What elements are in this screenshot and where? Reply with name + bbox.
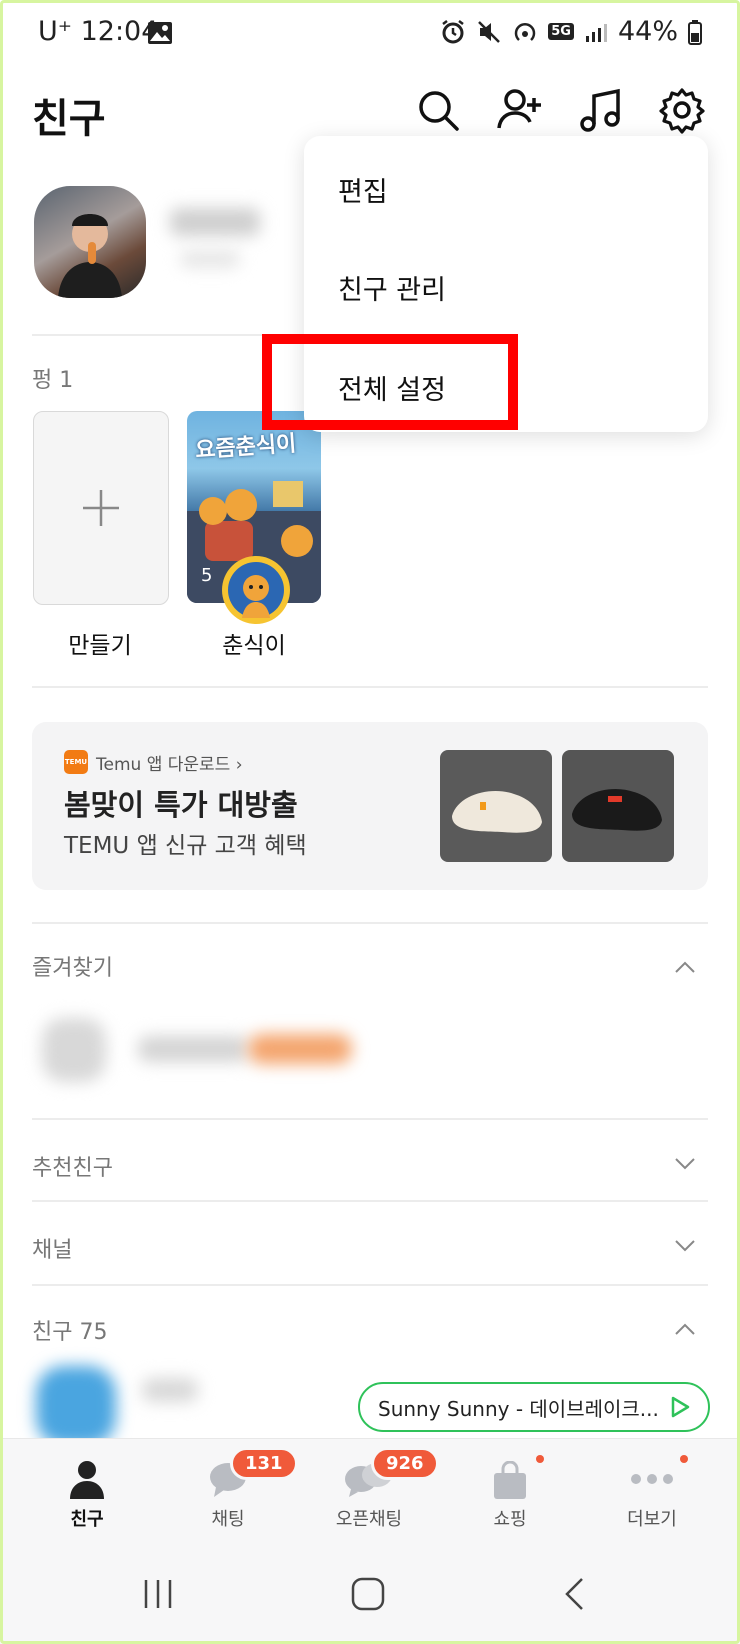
divider (32, 922, 708, 924)
home-icon[interactable] (350, 1576, 386, 1612)
chevron-down-icon[interactable] (674, 1152, 696, 1174)
shopping-dot (536, 1455, 544, 1463)
nav-shopping[interactable]: 쇼핑 (450, 1439, 570, 1545)
search-icon[interactable] (414, 86, 462, 134)
nav-shopping-label: 쇼핑 (493, 1509, 527, 1530)
ad-product-image-black-clog (562, 750, 674, 862)
favorite-avatar-blurred[interactable] (42, 1018, 106, 1082)
bottom-nav: 친구 131 채팅 926 오픈채팅 쇼핑 더보기 (0, 1438, 740, 1545)
system-nav-bar (0, 1544, 740, 1644)
divider (32, 686, 708, 688)
divider (32, 1200, 708, 1202)
recent-apps-icon[interactable] (140, 1576, 176, 1612)
person-icon (70, 1461, 104, 1499)
image-notification-icon (148, 22, 172, 44)
nav-openchat-label: 오픈채팅 (335, 1509, 403, 1530)
nav-chat-label: 채팅 (211, 1509, 245, 1530)
friend-name-blurred (142, 1378, 198, 1402)
plus-icon (83, 490, 119, 526)
battery-percent: 44% (617, 16, 678, 47)
create-story-label: 만들기 (68, 633, 132, 659)
status-right: 5G 44% (440, 16, 702, 47)
highlight-box (262, 334, 518, 430)
ad-brand-label: Temu 앱 다운로드 › (96, 755, 243, 775)
chat-badge: 131 (230, 1447, 298, 1480)
divider (32, 1284, 708, 1286)
section-favorites[interactable]: 즐겨찾기 (32, 950, 113, 982)
music-icon[interactable] (578, 86, 626, 134)
add-friend-icon[interactable] (496, 86, 544, 134)
menu-item-edit[interactable]: 편집 (338, 170, 388, 209)
story-name: 춘식이 (222, 633, 286, 659)
now-playing-pill[interactable]: Sunny Sunny - 데이브레이크... (358, 1382, 710, 1432)
ad-subline: TEMU 앱 신규 고객 혜택 (64, 833, 307, 859)
my-profile-status-blurred (180, 250, 240, 268)
battery-icon (688, 19, 702, 45)
mute-icon (478, 20, 501, 43)
status-carrier-time: U⁺ 12:04 (38, 16, 159, 47)
shopping-bag-icon (494, 1461, 526, 1499)
section-recommended[interactable]: 추천친구 (32, 1150, 113, 1182)
chevron-up-icon[interactable] (674, 956, 696, 978)
now-playing-text: Sunny Sunny - 데이브레이크... (378, 1396, 659, 1421)
my-profile-name-blurred (170, 208, 260, 236)
nav-chat[interactable]: 131 채팅 (168, 1439, 298, 1545)
nav-more-label: 더보기 (627, 1509, 677, 1530)
status-bar: U⁺ 12:04 5G 44% (0, 0, 740, 70)
openchat-badge: 926 (371, 1447, 439, 1480)
section-channel[interactable]: 채널 (32, 1232, 72, 1264)
nav-friends-label: 친구 (70, 1509, 104, 1530)
favorite-status-blurred (248, 1034, 352, 1064)
my-profile-avatar[interactable] (34, 186, 146, 298)
signal-icon (585, 23, 607, 42)
divider (32, 1118, 708, 1120)
story-count: 5 (201, 565, 213, 586)
ad-banner[interactable]: TEMU Temu 앱 다운로드 › 봄맞이 특가 대방출 TEMU 앱 신규 … (32, 722, 708, 890)
back-icon[interactable] (562, 1576, 586, 1612)
alarm-icon (442, 19, 465, 43)
story-avatar[interactable] (222, 556, 290, 624)
ad-product-image-white-clog (440, 750, 552, 862)
network-type: 5G (548, 23, 574, 40)
temu-logo-icon: TEMU (64, 750, 88, 774)
settings-gear-icon[interactable] (658, 86, 706, 134)
ad-headline: 봄맞이 특가 대방출 (64, 788, 298, 822)
nav-more[interactable]: 더보기 (592, 1439, 712, 1545)
page-title: 친구 (32, 96, 106, 142)
hotspot-icon (515, 22, 536, 41)
story-title-art: 요즘춘식이 (194, 431, 298, 464)
chevron-up-icon[interactable] (674, 1318, 696, 1340)
play-icon[interactable] (669, 1395, 691, 1419)
create-story-button[interactable] (33, 411, 169, 605)
menu-item-manage-friends[interactable]: 친구 관리 (338, 268, 446, 307)
more-dots-icon (631, 1474, 673, 1484)
friend-avatar-blurred[interactable] (36, 1366, 116, 1446)
stories-label: 펑 1 (32, 368, 74, 393)
chevron-down-icon[interactable] (674, 1234, 696, 1256)
section-friends[interactable]: 친구 75 (32, 1314, 107, 1346)
favorite-name-blurred (138, 1036, 248, 1062)
more-dot (680, 1455, 688, 1463)
nav-openchat[interactable]: 926 오픈채팅 (309, 1439, 439, 1545)
nav-friends[interactable]: 친구 (27, 1439, 147, 1545)
